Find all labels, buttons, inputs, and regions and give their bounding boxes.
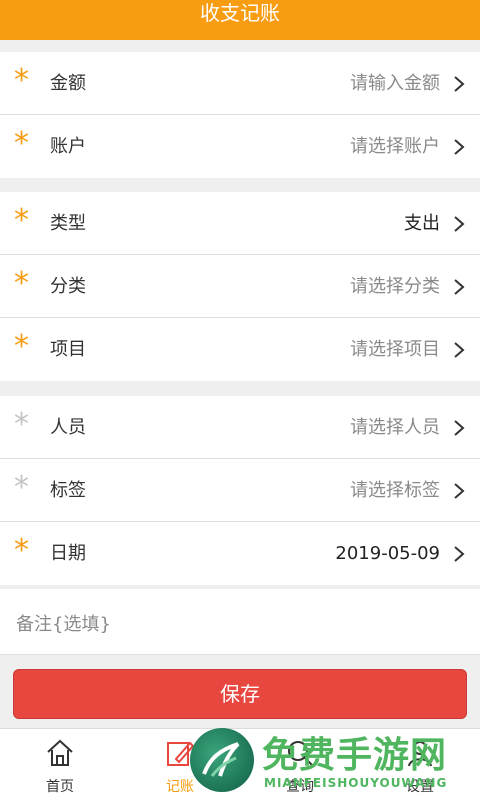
type-select[interactable]: 支出 [404, 212, 440, 236]
chevron-right-icon [454, 420, 465, 436]
project-select[interactable]: 请选择项目 [350, 338, 440, 362]
watermark-subtitle: MIANFEISHOUYOUWANG [264, 776, 448, 790]
date-picker[interactable]: 2019-05-09 [335, 542, 440, 566]
tab-label: 首页 [46, 779, 74, 795]
tab-home[interactable]: 首页 [0, 729, 120, 800]
row-category[interactable]: * 分类 请选择分类 [0, 255, 480, 318]
save-button[interactable]: 保存 [13, 669, 467, 719]
row-label: 人员 [50, 417, 86, 438]
note-field[interactable]: 备注{选填} [0, 589, 480, 655]
account-select[interactable]: 请选择账户 [350, 135, 440, 159]
watermark-emblem-icon [190, 728, 254, 792]
row-account[interactable]: * 账户 请选择账户 [0, 115, 480, 178]
chevron-right-icon [454, 279, 465, 295]
row-label: 项目 [50, 339, 86, 360]
row-project[interactable]: * 项目 请选择项目 [0, 318, 480, 381]
required-star-icon: * [14, 266, 29, 301]
header: 收支记账 [0, 0, 480, 40]
section-category: * 类型 支出 * 分类 请选择分类 * 项目 请选择项目 [0, 192, 480, 381]
row-tag[interactable]: * 标签 请选择标签 [0, 459, 480, 522]
chevron-right-icon [454, 342, 465, 358]
row-type[interactable]: * 类型 支出 [0, 192, 480, 255]
section-details: * 人员 请选择人员 * 标签 请选择标签 * 日期 2019-05-09 [0, 396, 480, 585]
required-star-icon: * [14, 533, 29, 568]
row-label: 类型 [50, 213, 86, 234]
chevron-right-icon [454, 139, 465, 155]
optional-star-icon: * [14, 470, 29, 505]
tag-select[interactable]: 请选择标签 [350, 479, 440, 503]
row-member[interactable]: * 人员 请选择人员 [0, 396, 480, 459]
page-title: 收支记账 [200, 1, 280, 25]
required-star-icon: * [14, 329, 29, 364]
optional-star-icon: * [14, 407, 29, 442]
row-label: 分类 [50, 276, 86, 297]
watermark-title: 免费手游网 [262, 735, 448, 776]
amount-input[interactable]: 请输入金额 [350, 72, 440, 96]
row-label: 金额 [50, 73, 86, 94]
chevron-right-icon [454, 546, 465, 562]
required-star-icon: * [14, 126, 29, 161]
row-label: 日期 [50, 543, 86, 564]
chevron-right-icon [454, 76, 465, 92]
row-date[interactable]: * 日期 2019-05-09 [0, 522, 480, 585]
home-icon [47, 739, 73, 766]
row-label: 账户 [50, 136, 86, 157]
chevron-right-icon [454, 483, 465, 499]
category-select[interactable]: 请选择分类 [350, 275, 440, 299]
row-amount[interactable]: * 金额 请输入金额 [0, 52, 480, 115]
required-star-icon: * [14, 203, 29, 238]
chevron-right-icon [454, 216, 465, 232]
required-star-icon: * [14, 63, 29, 98]
row-label: 标签 [50, 480, 86, 501]
section-account: * 金额 请输入金额 * 账户 请选择账户 [0, 52, 480, 178]
member-select[interactable]: 请选择人员 [350, 416, 440, 440]
watermark-logo: 免费手游网 MIANFEISHOUYOUWANG [186, 726, 480, 800]
note-placeholder: 备注{选填} [16, 614, 111, 635]
